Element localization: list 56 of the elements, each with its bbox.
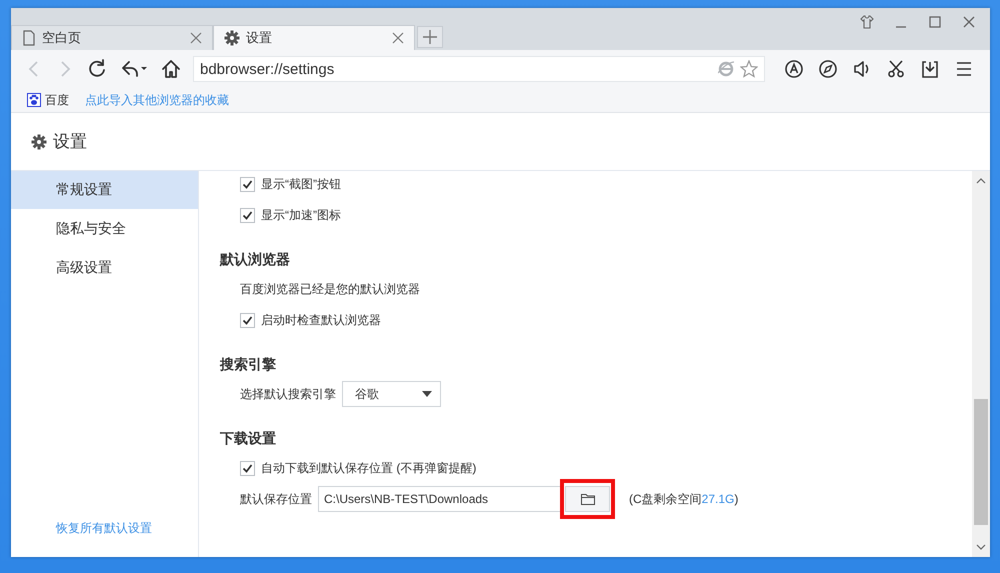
check-icon xyxy=(242,178,253,190)
address-field[interactable]: bdbrowser://settings xyxy=(193,56,765,82)
sidebar-item[interactable]: 常规设置 xyxy=(11,171,198,209)
caret-icon xyxy=(422,391,432,397)
section-heading: 下载设置 xyxy=(220,430,276,448)
section-heading: 默认浏览器 xyxy=(220,251,290,269)
close-icon xyxy=(190,32,202,44)
page-icon xyxy=(22,30,36,46)
close-icon[interactable] xyxy=(962,15,976,29)
field-label: 选择默认搜索引擎 xyxy=(240,386,336,402)
download-icon[interactable] xyxy=(921,60,939,78)
gear-icon xyxy=(31,134,47,150)
field-label: 默认保存位置 xyxy=(240,490,312,508)
sidebar-item[interactable]: 隐私与安全 xyxy=(11,210,198,248)
scissors-icon[interactable] xyxy=(887,60,905,78)
checkbox[interactable] xyxy=(240,312,255,328)
sidebar-item[interactable]: 高级设置 xyxy=(11,249,198,287)
speaker-icon[interactable] xyxy=(853,60,871,78)
home-icon[interactable] xyxy=(161,59,181,79)
check-icon xyxy=(242,314,253,326)
dropdown[interactable]: 谷歌 xyxy=(342,381,441,407)
checkbox-label: 自动下载到默认保存位置 (不再弹窗提醒) xyxy=(261,460,476,476)
page-title: 设置 xyxy=(53,131,87,153)
tab[interactable]: 空白页 xyxy=(11,25,213,50)
checkbox[interactable] xyxy=(240,460,255,476)
scrollbar[interactable] xyxy=(972,171,990,557)
bookmark-link[interactable]: 百度 xyxy=(45,92,69,108)
checkbox[interactable] xyxy=(240,208,255,222)
checkbox-label: 显示“截图”按钮 xyxy=(261,176,341,192)
folder-icon xyxy=(580,493,594,505)
checkbox-label: 启动时检查默认浏览器 xyxy=(261,312,381,328)
paw-icon xyxy=(27,93,41,107)
section-heading: 搜索引擎 xyxy=(220,356,276,374)
undo-icon[interactable] xyxy=(120,59,148,79)
tab[interactable]: 设置 xyxy=(213,25,415,50)
compass-icon[interactable] xyxy=(819,60,837,78)
new-tab-button[interactable] xyxy=(417,26,443,48)
check-icon xyxy=(242,210,253,220)
plus-icon xyxy=(423,30,437,44)
gear-icon xyxy=(224,30,240,46)
browse-button[interactable] xyxy=(565,486,610,512)
disk-space-note: (C盘剩余空间27.1G) xyxy=(629,490,738,508)
ie-icon xyxy=(718,61,734,77)
reload-icon[interactable] xyxy=(87,59,107,79)
check-icon xyxy=(242,462,253,474)
close-icon xyxy=(392,32,404,44)
status-text: 百度浏览器已经是您的默认浏览器 xyxy=(240,280,420,298)
menu-icon[interactable] xyxy=(955,60,973,78)
shirt-icon[interactable] xyxy=(860,15,874,29)
checkbox-label: 显示“加速”图标 xyxy=(261,206,341,224)
path-field[interactable]: C:\Users\NB-TEST\Downloads xyxy=(318,486,560,512)
checkbox[interactable] xyxy=(240,176,255,192)
scrollbar-thumb[interactable] xyxy=(974,399,988,525)
letter-circle-icon[interactable] xyxy=(785,60,803,78)
star-icon xyxy=(740,60,758,78)
maximize-icon[interactable] xyxy=(928,15,942,29)
